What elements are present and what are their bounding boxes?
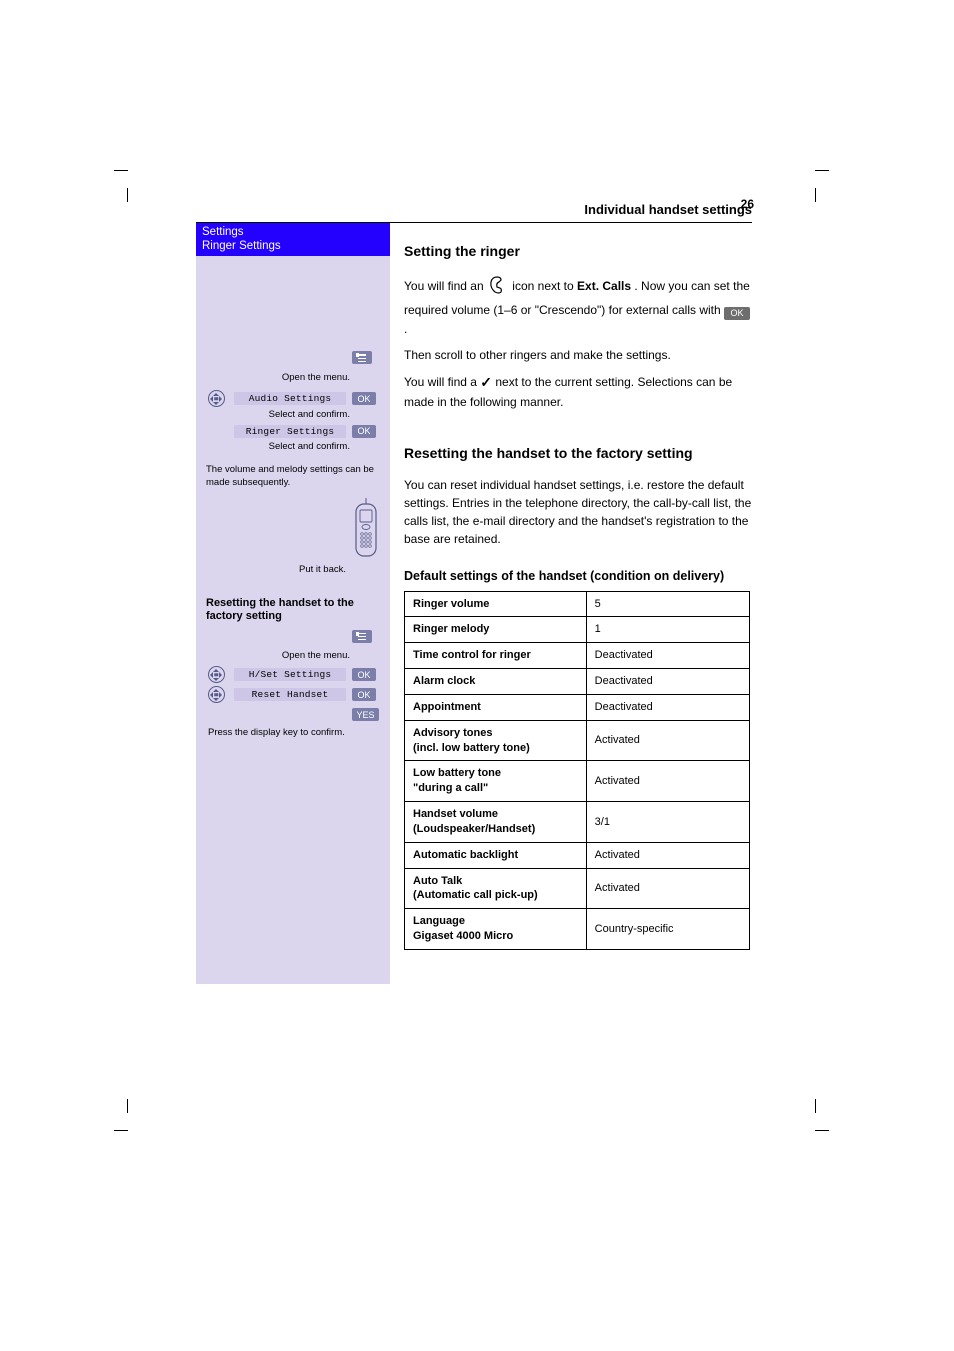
table-row: Automatic backlightActivated xyxy=(405,842,750,868)
table-row: Handset volume(Loudspeaker/Handset)3/1 xyxy=(405,802,750,843)
nav-note: Select and confirm. xyxy=(196,437,390,458)
setting-value: Deactivated xyxy=(586,694,749,720)
yes-note: Press the display key to confirm. xyxy=(196,723,390,744)
crop-mark xyxy=(815,1099,829,1136)
defaults-table: Ringer volume5Ringer melody1Time control… xyxy=(404,591,750,951)
table-row: Low battery tone"during a call"Activated xyxy=(405,761,750,802)
setting-value: Activated xyxy=(586,842,749,868)
ok-key: OK xyxy=(352,668,376,681)
setting-name: Alarm clock xyxy=(405,669,587,695)
table-row: Advisory tones(incl. low battery tone)Ac… xyxy=(405,720,750,761)
paragraph: You will find a ✓ next to the current se… xyxy=(404,372,752,411)
lcd-ringer-settings: Ringer Settings xyxy=(234,425,346,438)
setting-value: 3/1 xyxy=(586,802,749,843)
setting-name: Advisory tones(incl. low battery tone) xyxy=(405,720,587,761)
check-icon: ✓ xyxy=(480,372,492,393)
crop-mark xyxy=(114,1099,128,1136)
handset-caption: Put it back. xyxy=(196,560,390,581)
menu-note: Open the menu. xyxy=(196,646,390,667)
table-row: Time control for ringerDeactivated xyxy=(405,643,750,669)
running-title: Individual handset settings xyxy=(584,202,752,217)
dpad-icon xyxy=(208,390,225,407)
ok-key: OK xyxy=(352,688,376,701)
yes-key: YES xyxy=(352,708,379,721)
breadcrumb-2: Ringer Settings xyxy=(202,240,281,252)
setting-value: Activated xyxy=(586,761,749,802)
breadcrumb-1: Settings xyxy=(202,226,244,238)
paragraph: You will find an icon next to Ext. Calls… xyxy=(404,274,752,338)
setting-name: Auto Talk(Automatic call pick-up) xyxy=(405,868,587,909)
table-row: Alarm clockDeactivated xyxy=(405,669,750,695)
menu-key-icon xyxy=(352,630,372,643)
setting-value: Country-specific xyxy=(586,909,749,950)
menu-key-icon xyxy=(352,351,372,364)
after-note: The volume and melody settings can be ma… xyxy=(196,460,390,494)
setting-name: Time control for ringer xyxy=(405,643,587,669)
dpad-icon xyxy=(208,666,225,683)
sidebar-subhead: Resetting the handset to the factory set… xyxy=(206,597,380,625)
ok-key: OK xyxy=(352,392,376,405)
section-subheading: Default settings of the handset (conditi… xyxy=(404,568,752,584)
setting-name: LanguageGigaset 4000 Micro xyxy=(405,909,587,950)
setting-value: Activated xyxy=(586,868,749,909)
setting-value: Deactivated xyxy=(586,669,749,695)
table-row: AppointmentDeactivated xyxy=(405,694,750,720)
setting-value: 5 xyxy=(586,591,749,617)
crop-mark xyxy=(815,170,829,207)
setting-name: Low battery tone"during a call" xyxy=(405,761,587,802)
page: 26 Individual handset settings Settings … xyxy=(196,190,752,984)
setting-value: Activated xyxy=(586,720,749,761)
table-row: Auto Talk(Automatic call pick-up)Activat… xyxy=(405,868,750,909)
setting-name: Ringer volume xyxy=(405,591,587,617)
handset-inline-icon xyxy=(488,274,508,301)
table-row: Ringer volume5 xyxy=(405,591,750,617)
table-row: LanguageGigaset 4000 MicroCountry-specif… xyxy=(405,909,750,950)
page-number: 26 xyxy=(741,197,754,211)
setting-value: 1 xyxy=(586,617,749,643)
lcd-reset-handset: Reset Handset xyxy=(234,688,346,701)
ok-key-inline: OK xyxy=(724,307,750,320)
setting-name: Automatic backlight xyxy=(405,842,587,868)
paragraph: You can reset individual handset setting… xyxy=(404,476,752,548)
section-heading: Setting the ringer xyxy=(404,241,752,262)
ok-key: OK xyxy=(352,425,376,438)
lcd-hset-settings: H/Set Settings xyxy=(234,668,346,681)
main-body: Setting the ringer You will find an icon… xyxy=(390,223,752,984)
section-heading: Resetting the handset to the factory set… xyxy=(404,443,752,464)
header: Individual handset settings xyxy=(196,190,752,223)
lcd-audio-settings: Audio Settings xyxy=(234,392,346,405)
dpad-icon xyxy=(208,686,225,703)
sidebar-breadcrumb: Settings Ringer Settings xyxy=(196,223,390,256)
handset-icon xyxy=(352,498,380,560)
sidebar: Settings Ringer Settings Open the menu. xyxy=(196,223,390,984)
setting-name: Appointment xyxy=(405,694,587,720)
paragraph: Then scroll to other ringers and make th… xyxy=(404,346,752,364)
crop-mark xyxy=(114,170,128,207)
menu-note: Open the menu. xyxy=(196,368,390,389)
setting-value: Deactivated xyxy=(586,643,749,669)
table-row: Ringer melody1 xyxy=(405,617,750,643)
setting-name: Handset volume(Loudspeaker/Handset) xyxy=(405,802,587,843)
setting-name: Ringer melody xyxy=(405,617,587,643)
